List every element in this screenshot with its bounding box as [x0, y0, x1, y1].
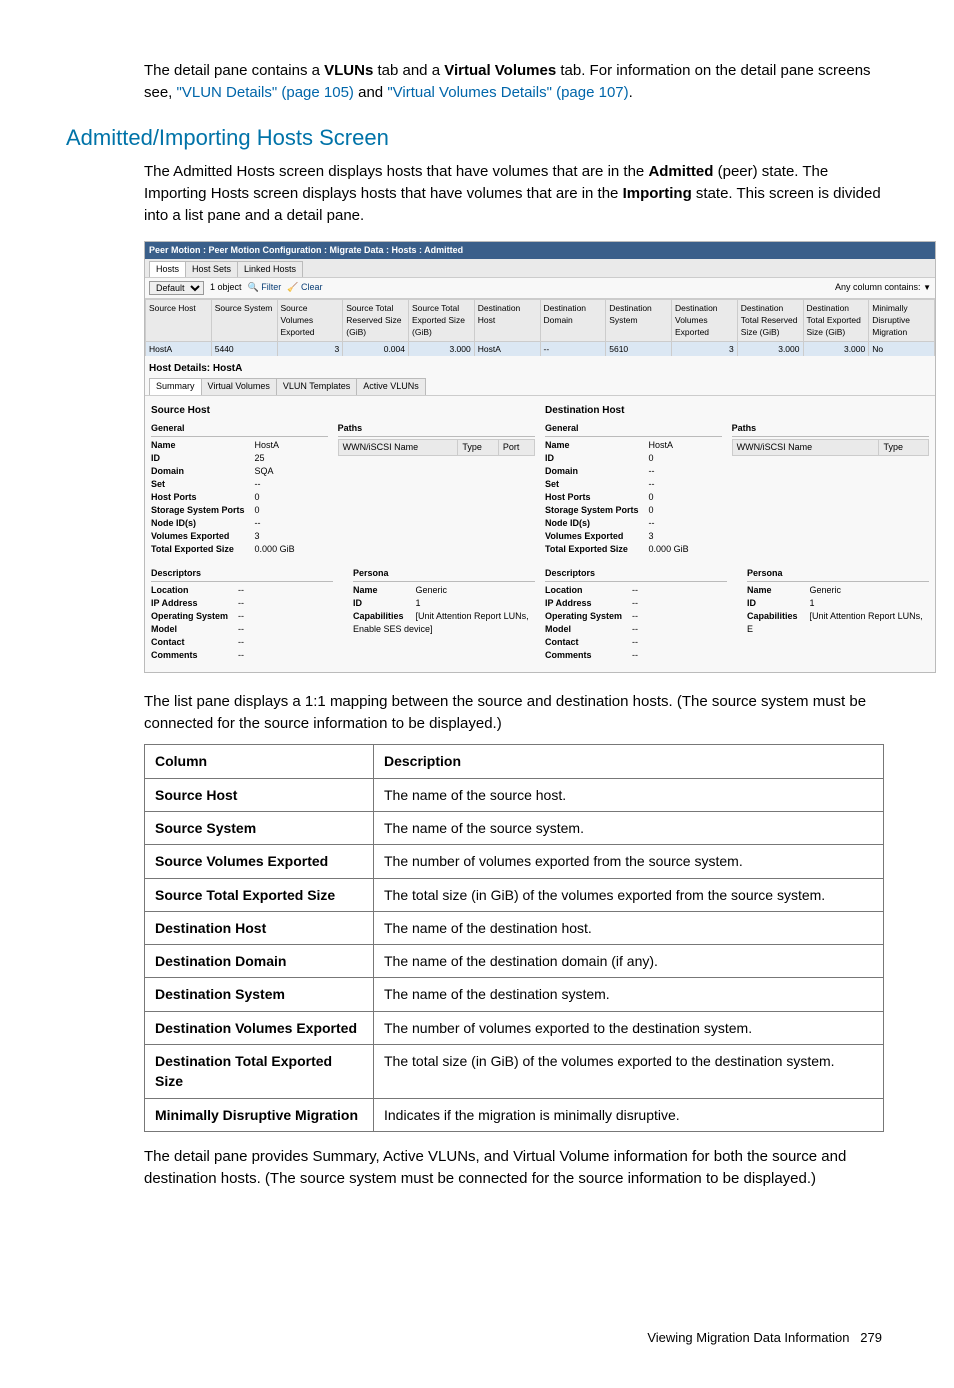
tab-host-sets[interactable]: Host Sets — [185, 261, 238, 277]
filter-link[interactable]: 🔍 Filter — [248, 281, 282, 294]
detail-pane-description: The detail pane provides Summary, Active… — [144, 1146, 888, 1190]
tab-virtual-volumes[interactable]: Virtual Volumes — [201, 378, 277, 394]
clear-link[interactable]: 🧹 Clear — [287, 281, 322, 294]
tab-active-vluns[interactable]: Active VLUNs — [356, 378, 426, 394]
source-host-panel: Source Host General NameHostA ID25 Domai… — [151, 404, 535, 662]
tab-summary[interactable]: Summary — [149, 378, 202, 394]
destination-host-panel: Destination Host General NameHostA ID0 D… — [545, 404, 929, 662]
hosts-grid: Source Host Source System Source Volumes… — [145, 299, 935, 356]
intro-paragraph: The detail pane contains a VLUNs tab and… — [144, 60, 888, 104]
tab-hosts[interactable]: Hosts — [149, 261, 186, 277]
primary-tabs: HostsHost SetsLinked Hosts — [145, 259, 935, 278]
screenshot-admitted-hosts: Peer Motion : Peer Motion Configuration … — [144, 241, 936, 673]
page-footer: Viewing Migration Data Information 279 — [66, 1329, 888, 1348]
detail-tabs: SummaryVirtual VolumesVLUN TemplatesActi… — [145, 378, 935, 395]
toolbar: Default 1 object 🔍 Filter 🧹 Clear Any co… — [145, 278, 935, 299]
host-details-title: Host Details: HostA — [145, 356, 935, 379]
column-definitions-table: Column Description Source HostThe name o… — [144, 744, 884, 1132]
list-pane-description: The list pane displays a 1:1 mapping bet… — [144, 691, 888, 735]
object-count: 1 object — [210, 281, 242, 294]
contains-label: Any column contains: ▼ — [835, 281, 931, 294]
link-virtual-volumes-details[interactable]: "Virtual Volumes Details" (page 107) — [387, 84, 628, 101]
tab-vlun-templates[interactable]: VLUN Templates — [276, 378, 357, 394]
tab-linked-hosts[interactable]: Linked Hosts — [237, 261, 303, 277]
section-heading: Admitted/Importing Hosts Screen — [66, 122, 888, 154]
view-select[interactable]: Default — [149, 281, 204, 295]
section-intro: The Admitted Hosts screen displays hosts… — [144, 161, 888, 226]
window-titlebar: Peer Motion : Peer Motion Configuration … — [145, 242, 935, 259]
table-row[interactable]: HostA544030.0043.000HostA--561033.0003.0… — [146, 341, 935, 356]
link-vlun-details[interactable]: "VLUN Details" (page 105) — [177, 84, 354, 101]
